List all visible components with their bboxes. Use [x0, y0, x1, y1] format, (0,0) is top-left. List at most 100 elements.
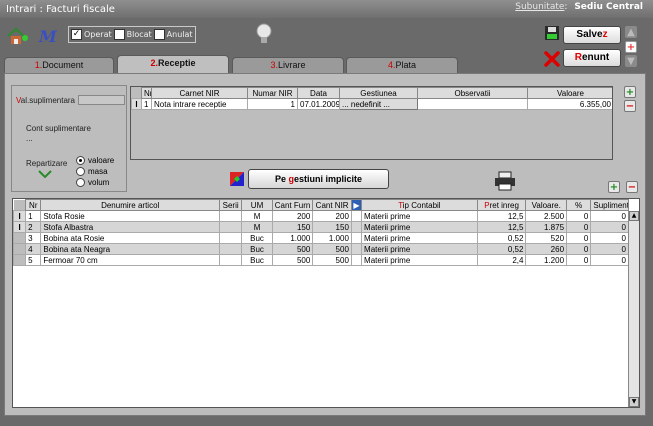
- art-cell-pret[interactable]: 0,52: [476, 232, 527, 244]
- article-add-icon[interactable]: +: [608, 181, 620, 193]
- art-col-procent[interactable]: %: [566, 199, 592, 211]
- art-cell-supliment[interactable]: 0: [590, 232, 629, 244]
- art-cell-um[interactable]: Buc: [241, 243, 273, 255]
- art-cell-cant-furn[interactable]: 500: [271, 243, 314, 255]
- nir-col-nr[interactable]: Nr: [141, 87, 152, 99]
- nir-cell-data[interactable]: 07.01.2009: [297, 98, 340, 110]
- home-partner-icon[interactable]: [6, 26, 30, 46]
- art-cell-nr[interactable]: 1: [25, 210, 42, 222]
- art-cell-denumire[interactable]: Bobina ata Neagra: [40, 243, 220, 255]
- art-col-cant-furn[interactable]: Cant Furn: [271, 199, 314, 211]
- art-cell-cant-furn[interactable]: 200: [271, 210, 314, 222]
- table-row[interactable]: I 2 Stofa Albastra M 150 150 Materii pri…: [13, 221, 629, 233]
- art-cell-procent[interactable]: 0: [566, 221, 592, 233]
- art-cell-um[interactable]: M: [241, 210, 273, 222]
- lightbulb-icon[interactable]: [254, 22, 274, 46]
- table-row[interactable]: 4 Bobina ata Neagra Buc 500 500 Materii …: [13, 243, 629, 255]
- anulat-check-box[interactable]: [153, 29, 165, 40]
- art-cell-denumire[interactable]: Stofa Rosie: [40, 210, 220, 222]
- art-cell-serii[interactable]: [218, 232, 243, 244]
- art-cell-supliment[interactable]: 0: [590, 210, 629, 222]
- art-cell-denumire[interactable]: Fermoar 70 cm: [40, 254, 220, 266]
- nir-cell-carnet[interactable]: Nota intrare receptie: [151, 98, 248, 110]
- art-cell-cant-nir[interactable]: 1.000: [312, 232, 352, 244]
- manual-icon[interactable]: M: [38, 26, 60, 46]
- operat-checkbox[interactable]: ✓ Operat: [71, 29, 112, 40]
- art-cell-procent[interactable]: 0: [566, 243, 592, 255]
- art-cell-cant-furn[interactable]: 150: [271, 221, 314, 233]
- art-cell-denumire[interactable]: Bobina ata Rosie: [40, 232, 220, 244]
- art-cell-valoare[interactable]: 1.875: [525, 221, 568, 233]
- radio-masa[interactable]: masa: [76, 167, 108, 176]
- art-col-um[interactable]: UM: [241, 199, 273, 211]
- nir-col-data[interactable]: Data: [297, 87, 340, 99]
- nir-col-valoare[interactable]: Valoare: [527, 87, 612, 99]
- art-col-cant-nir[interactable]: Cant NIR: [312, 199, 352, 211]
- nir-cell-numar[interactable]: 1: [247, 98, 298, 110]
- cancel-button[interactable]: Renunt: [563, 49, 621, 67]
- radio-valoare-dot[interactable]: [76, 156, 85, 165]
- article-remove-icon[interactable]: −: [626, 181, 638, 193]
- art-cell-pret[interactable]: 12,5: [476, 210, 527, 222]
- art-cell-pret[interactable]: 2,4: [476, 254, 527, 266]
- tab-document[interactable]: 1.Document: [4, 57, 114, 73]
- blocat-checkbox[interactable]: Blocat: [113, 29, 152, 40]
- table-row[interactable]: I 1 Nota intrare receptie 1 07.01.2009 .…: [131, 98, 612, 110]
- tab-livrare[interactable]: 3.Livrare: [232, 57, 344, 73]
- art-col-denumire[interactable]: Denumire articol: [40, 199, 220, 211]
- art-cell-valoare[interactable]: 1.200: [525, 254, 568, 266]
- art-cell-tip[interactable]: Materii prime: [361, 243, 478, 255]
- art-cell-um[interactable]: Buc: [241, 254, 273, 266]
- art-col-supliment[interactable]: Supliment: [590, 199, 629, 211]
- art-cell-nr[interactable]: 3: [25, 232, 42, 244]
- art-cell-serii[interactable]: [218, 210, 243, 222]
- art-cell-tip[interactable]: Materii prime: [361, 221, 478, 233]
- art-col-nr[interactable]: Nr: [25, 199, 42, 211]
- subunit-label[interactable]: Subunitate: [515, 2, 564, 12]
- nir-gestiune-dropdown[interactable]: ... nedefinit ...: [339, 98, 418, 110]
- art-cell-supliment[interactable]: 0: [590, 243, 629, 255]
- tab-receptie[interactable]: 2.Receptie: [117, 55, 229, 73]
- art-cell-tip[interactable]: Materii prime: [361, 210, 478, 222]
- nir-col-observatii[interactable]: Observatii: [417, 87, 528, 99]
- move-down-icon[interactable]: ▼: [625, 55, 637, 67]
- art-cell-procent[interactable]: 0: [566, 210, 592, 222]
- table-row[interactable]: I 1 Stofa Rosie M 200 200 Materii prime …: [13, 210, 629, 222]
- art-cell-serii[interactable]: [218, 254, 243, 266]
- gestiuni-implicite-button[interactable]: Pe gestiuni implicite: [248, 169, 389, 189]
- art-cell-pret[interactable]: 12,5: [476, 221, 527, 233]
- art-col-pret-inreg[interactable]: Pret inreg: [476, 199, 527, 211]
- anulat-checkbox[interactable]: Anulat: [153, 29, 193, 40]
- art-cell-um[interactable]: M: [241, 221, 273, 233]
- art-cell-nr[interactable]: 4: [25, 243, 42, 255]
- art-col-serii[interactable]: Serii: [218, 199, 243, 211]
- art-cell-cant-furn[interactable]: 500: [271, 254, 314, 266]
- art-cell-cant-nir[interactable]: 200: [312, 210, 352, 222]
- art-cell-nr[interactable]: 2: [25, 221, 42, 233]
- move-up-icon[interactable]: ▲: [625, 26, 637, 38]
- add-red-icon[interactable]: +: [625, 41, 637, 53]
- art-cell-um[interactable]: Buc: [241, 232, 273, 244]
- operat-check-box[interactable]: ✓: [71, 29, 82, 40]
- art-cell-nr[interactable]: 5: [25, 254, 42, 266]
- articles-scrollbar[interactable]: ▲ ▼: [628, 211, 639, 407]
- printer-icon[interactable]: [494, 171, 516, 191]
- art-col-tip-contabil[interactable]: Tip Contabil: [361, 199, 478, 211]
- art-cell-cant-nir[interactable]: 150: [312, 221, 352, 233]
- art-cell-serii[interactable]: [218, 221, 243, 233]
- art-cell-tip[interactable]: Materii prime: [361, 254, 478, 266]
- cont-suplimentare-value[interactable]: ...: [26, 134, 33, 143]
- radio-masa-dot[interactable]: [76, 167, 85, 176]
- nir-cell-nr[interactable]: 1: [141, 98, 152, 110]
- art-cell-cant-nir[interactable]: 500: [312, 254, 352, 266]
- art-cell-procent[interactable]: 0: [566, 254, 592, 266]
- art-cell-tip[interactable]: Materii prime: [361, 232, 478, 244]
- save-button[interactable]: Salvez: [563, 26, 621, 44]
- table-row[interactable]: 3 Bobina ata Rosie Buc 1.000 1.000 Mater…: [13, 232, 629, 244]
- art-cell-pret[interactable]: 0,52: [476, 243, 527, 255]
- art-cell-valoare[interactable]: 260: [525, 243, 568, 255]
- art-cell-serii[interactable]: [218, 243, 243, 255]
- nir-cell-observatii[interactable]: [417, 98, 528, 110]
- art-col-valoare[interactable]: Valoare.: [525, 199, 568, 211]
- art-cell-denumire[interactable]: Stofa Albastra: [40, 221, 220, 233]
